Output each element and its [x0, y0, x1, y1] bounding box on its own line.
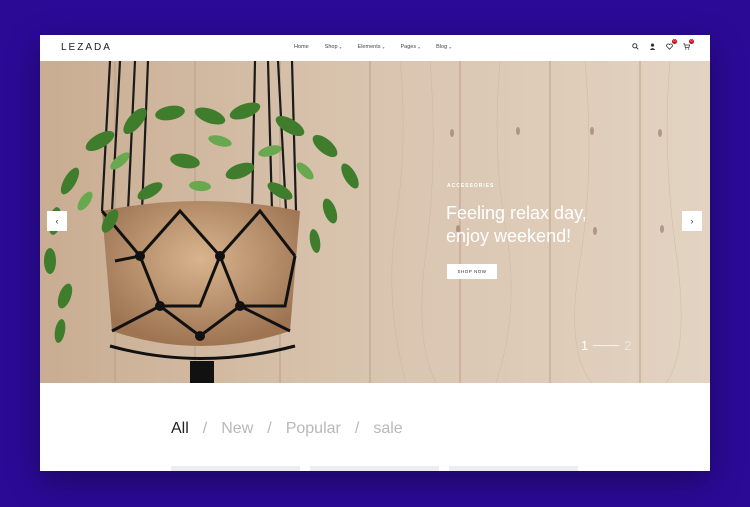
- site-header: LEZADA Home Shop ▾ Elements ▾ Pages ▾ Bl…: [40, 35, 710, 61]
- chevron-right-icon: ›: [690, 216, 694, 226]
- filter-separator: /: [202, 420, 208, 437]
- hero-slider: ‹ › ACCESSORIES Feeling relax day, enjoy…: [40, 61, 710, 383]
- nav-item-label: Shop: [324, 44, 338, 50]
- nav-item-label: Elements: [357, 44, 381, 50]
- nav-item-pages[interactable]: Pages ▾: [401, 44, 421, 51]
- chevron-down-icon: ▾: [382, 45, 385, 50]
- filter-separator: /: [354, 420, 360, 437]
- browser-frame: LEZADA Home Shop ▾ Elements ▾ Pages ▾ Bl…: [40, 35, 710, 471]
- account-button[interactable]: [648, 42, 656, 50]
- nav-item-elements[interactable]: Elements ▾: [358, 44, 385, 51]
- wishlist-button[interactable]: 0: [665, 39, 677, 50]
- search-button[interactable]: [631, 42, 639, 50]
- product-filter-tabs: All / New / Popular / sale: [171, 420, 403, 438]
- product-card[interactable]: [310, 466, 439, 471]
- wishlist-count-badge: 0: [672, 39, 677, 44]
- cart-button[interactable]: 0: [682, 39, 694, 50]
- prev-slide-button[interactable]: ‹: [47, 211, 67, 231]
- filter-tab-popular[interactable]: Popular: [286, 420, 341, 438]
- nav-item-shop[interactable]: Shop ▾: [325, 44, 342, 51]
- pager-item-2[interactable]: 2: [624, 338, 631, 353]
- pager-divider: [593, 345, 620, 346]
- filter-tab-new[interactable]: New: [221, 420, 253, 438]
- chevron-down-icon: ▾: [418, 45, 421, 50]
- nav-item-label: Pages: [400, 44, 417, 50]
- chevron-down-icon: ▾: [339, 45, 342, 50]
- product-card[interactable]: [449, 466, 578, 471]
- hero-headline: Feeling relax day, enjoy weekend!: [446, 202, 636, 248]
- cart-icon: [682, 42, 690, 50]
- cart-count-badge: 0: [689, 39, 694, 44]
- nav-item-label: Home: [294, 44, 309, 50]
- nav-item-home[interactable]: Home: [294, 44, 309, 51]
- product-grid: [171, 466, 578, 471]
- hero-headline-line-2: enjoy weekend!: [446, 226, 572, 246]
- hero-headline-line-1: Feeling relax day,: [446, 203, 587, 223]
- hero-eyebrow: ACCESSORIES: [447, 183, 495, 189]
- filter-separator: /: [267, 420, 272, 437]
- user-icon: [649, 42, 655, 50]
- next-slide-button[interactable]: ›: [682, 211, 702, 231]
- search-icon: [631, 42, 639, 50]
- main-nav: Home Shop ▾ Elements ▾ Pages ▾ Blog ▾: [294, 44, 467, 51]
- nav-item-label: Blog: [436, 44, 448, 50]
- filter-tab-sale[interactable]: sale: [373, 420, 402, 438]
- chevron-down-icon: ▾: [449, 45, 452, 50]
- wishlist-icon: [665, 43, 673, 50]
- pager-item-1[interactable]: 1: [581, 338, 588, 353]
- header-tools: 0 0: [631, 39, 694, 50]
- chevron-left-icon: ‹: [55, 216, 59, 226]
- filter-tab-all[interactable]: All: [171, 420, 189, 438]
- nav-item-blog[interactable]: Blog ▾: [436, 44, 451, 51]
- product-card[interactable]: [171, 466, 300, 471]
- shop-now-button[interactable]: SHOP NOW: [447, 264, 497, 279]
- slide-pager: 1 2: [581, 338, 631, 353]
- site-logo[interactable]: LEZADA: [61, 42, 112, 53]
